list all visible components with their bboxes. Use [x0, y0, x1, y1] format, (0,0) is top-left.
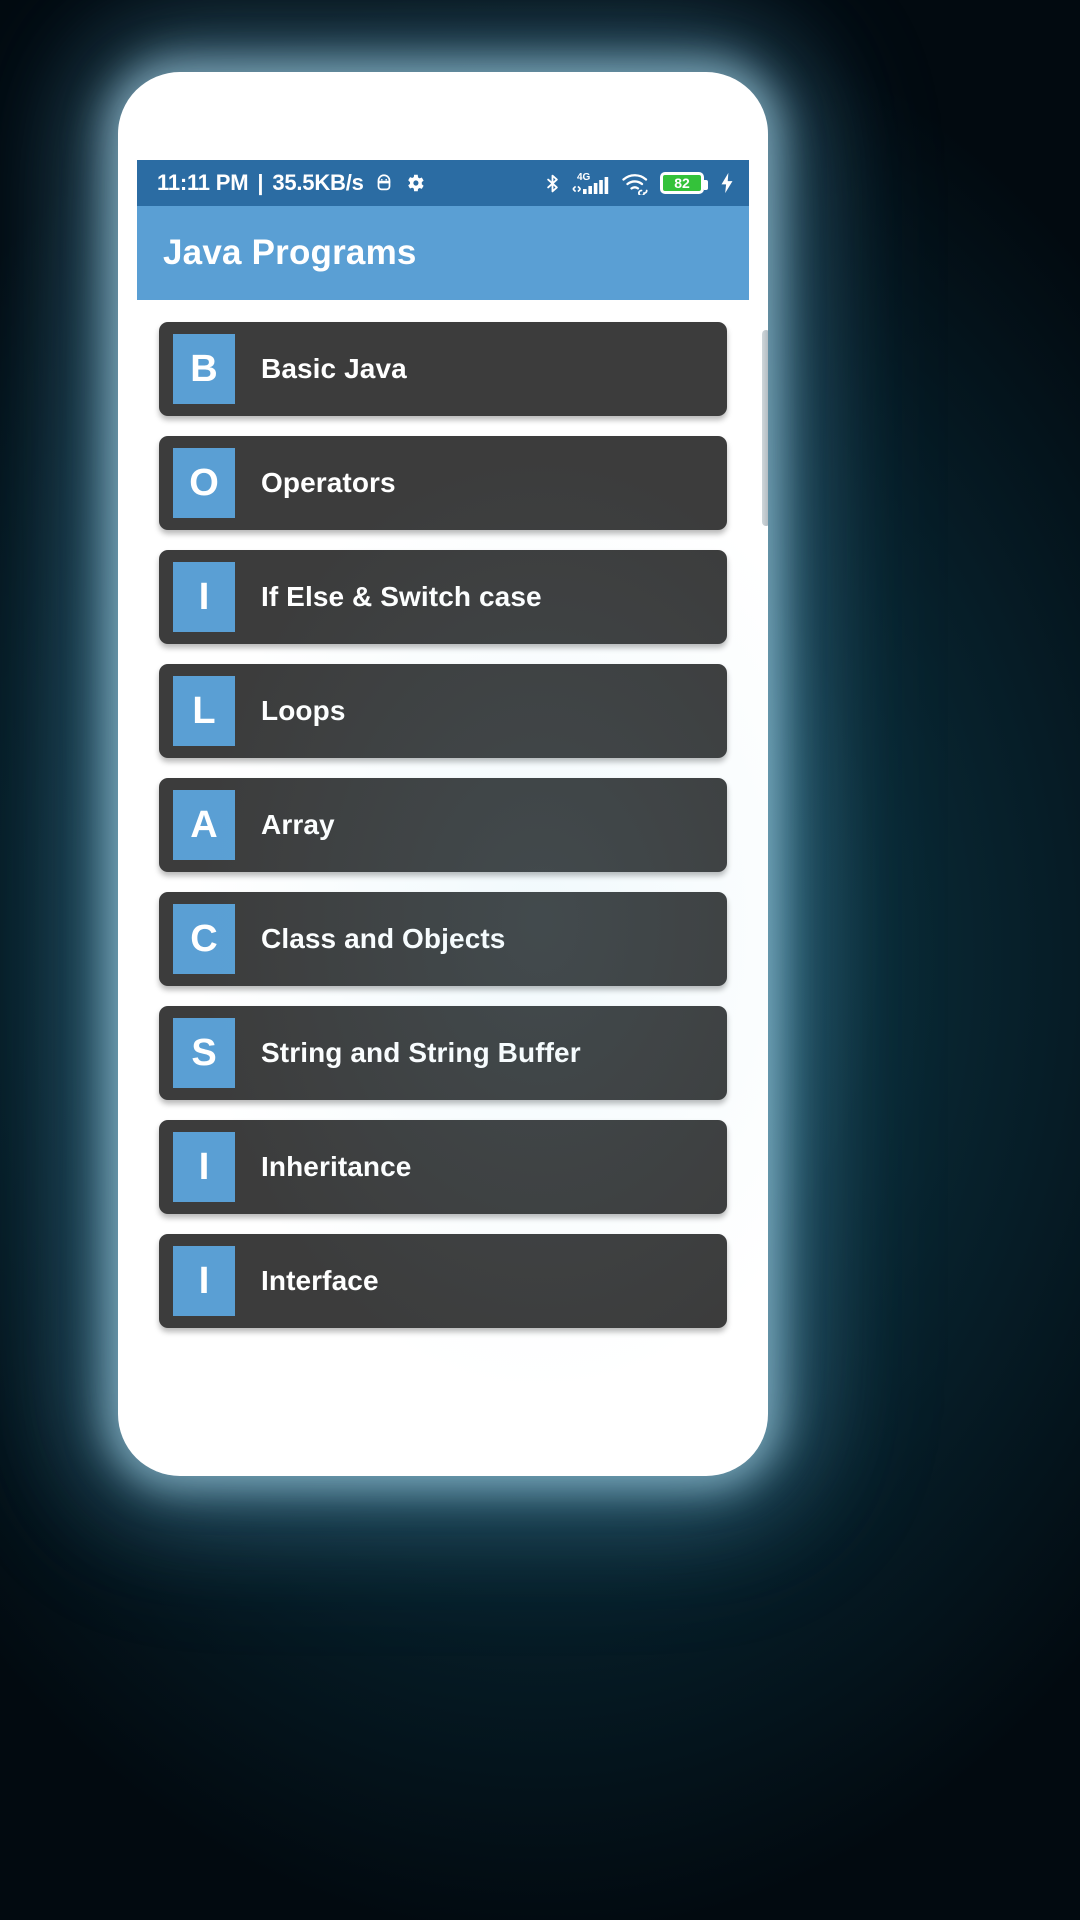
- android-head-icon: [373, 172, 395, 194]
- svg-text:4G: 4G: [577, 172, 591, 183]
- app-bar: Java Programs: [137, 206, 749, 300]
- list-item-badge: S: [173, 1018, 235, 1088]
- list-item-badge: I: [173, 1246, 235, 1316]
- list-item[interactable]: S String and String Buffer: [159, 1006, 727, 1100]
- list-item-badge: I: [173, 1132, 235, 1202]
- list-item[interactable]: A Array: [159, 778, 727, 872]
- list-item-letter: C: [190, 918, 218, 960]
- phone-screen: 11:11 PM | 35.5KB/s 4G 82 Java Programs …: [137, 160, 749, 1456]
- gear-icon[interactable]: [404, 172, 426, 194]
- list-item-badge: C: [173, 904, 235, 974]
- device-side-button[interactable]: [762, 330, 768, 526]
- phone-device-frame: 11:11 PM | 35.5KB/s 4G 82 Java Programs …: [118, 72, 768, 1476]
- list-item-label: Basic Java: [261, 353, 407, 384]
- status-time: 11:11 PM: [157, 170, 249, 195]
- list-item-letter: O: [189, 462, 219, 504]
- status-bar-right-group: 4G 82: [542, 170, 735, 196]
- list-item[interactable]: C Class and Objects: [159, 892, 727, 986]
- list-item[interactable]: I If Else & Switch case: [159, 550, 727, 644]
- 4g-signal-icon: 4G: [572, 170, 612, 196]
- list-item-label: Interface: [261, 1265, 379, 1296]
- status-bar-left-group: 11:11 PM | 35.5KB/s: [157, 170, 426, 196]
- list-item-letter: S: [191, 1032, 217, 1074]
- list-item-label: Class and Objects: [261, 923, 506, 954]
- list-item[interactable]: I Interface: [159, 1234, 727, 1328]
- list-item[interactable]: O Operators: [159, 436, 727, 530]
- status-separator: |: [257, 170, 264, 195]
- list-item-label: Array: [261, 809, 335, 840]
- list-item-letter: I: [198, 576, 210, 618]
- list-item-letter: I: [198, 1260, 210, 1302]
- battery-icon: 82: [660, 172, 708, 194]
- list-item-badge: O: [173, 448, 235, 518]
- list-item[interactable]: B Basic Java: [159, 322, 727, 416]
- battery-cap: [704, 180, 708, 190]
- list-item-label: Operators: [261, 467, 396, 498]
- list-item-label: Inheritance: [261, 1151, 412, 1182]
- page-title: Java Programs: [163, 233, 417, 272]
- status-network-speed: 35.5KB/s: [272, 170, 364, 195]
- list-item-badge: B: [173, 334, 235, 404]
- status-bar: 11:11 PM | 35.5KB/s 4G 82: [137, 160, 749, 206]
- list-item-label: String and String Buffer: [261, 1037, 581, 1068]
- list-item-badge: L: [173, 676, 235, 746]
- list-item-label: If Else & Switch case: [261, 581, 542, 612]
- list-item-letter: I: [198, 1146, 210, 1188]
- program-category-list[interactable]: B Basic Java O Operators I If Else & Switch c…: [137, 300, 749, 1456]
- charging-bolt-icon: [719, 172, 735, 194]
- battery-percent: 82: [674, 175, 690, 191]
- bluetooth-icon: [542, 172, 563, 195]
- list-item-letter: B: [190, 348, 218, 390]
- list-item-badge: A: [173, 790, 235, 860]
- wifi-icon: [621, 171, 651, 195]
- list-item-letter: A: [190, 804, 218, 846]
- list-item-badge: I: [173, 562, 235, 632]
- list-item[interactable]: L Loops: [159, 664, 727, 758]
- list-item[interactable]: I Inheritance: [159, 1120, 727, 1214]
- list-item-label: Loops: [261, 695, 346, 726]
- page-backdrop: 11:11 PM | 35.5KB/s 4G 82 Java Programs …: [0, 0, 1080, 1920]
- list-item-letter: L: [192, 690, 216, 732]
